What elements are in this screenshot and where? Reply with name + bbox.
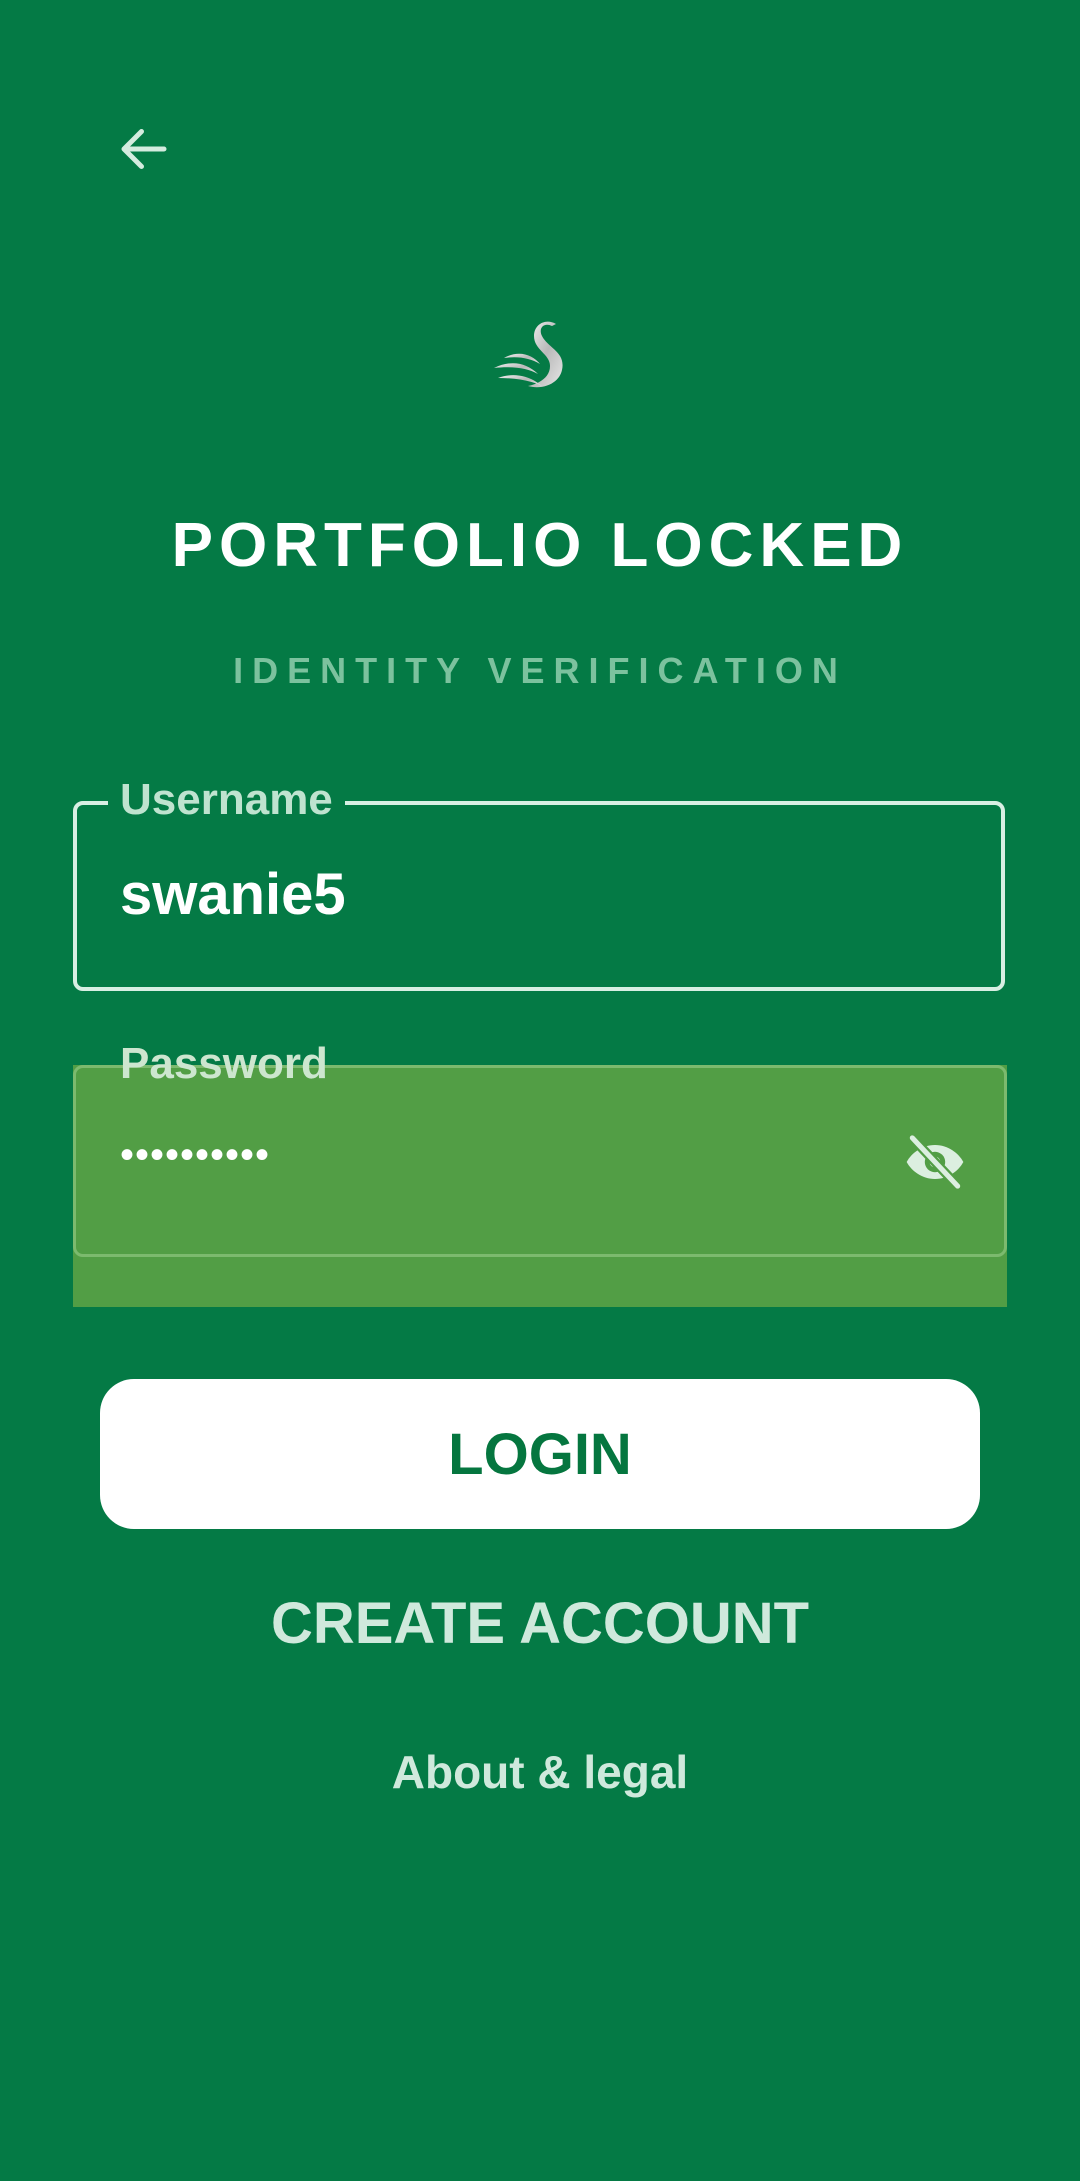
create-account-button[interactable]: CREATE ACCOUNT (0, 1590, 1080, 1657)
password-input[interactable]: •••••••••• (120, 1127, 270, 1183)
swan-logo-icon (490, 318, 590, 398)
page-title: PORTFOLIO LOCKED (171, 511, 909, 580)
page-subtitle: IDENTITY VERIFICATION (233, 650, 847, 691)
toggle-password-visibility-button[interactable] (895, 1122, 975, 1202)
about-legal-link[interactable]: About & legal (0, 1745, 1080, 1799)
username-label: Username (108, 772, 345, 828)
username-input[interactable]: swanie5 (120, 860, 346, 930)
login-button[interactable]: LOGIN (100, 1379, 980, 1529)
back-button[interactable] (100, 105, 188, 193)
password-label: Password (120, 1039, 328, 1088)
eye-off-icon (906, 1133, 964, 1191)
arrow-left-icon (121, 129, 167, 169)
